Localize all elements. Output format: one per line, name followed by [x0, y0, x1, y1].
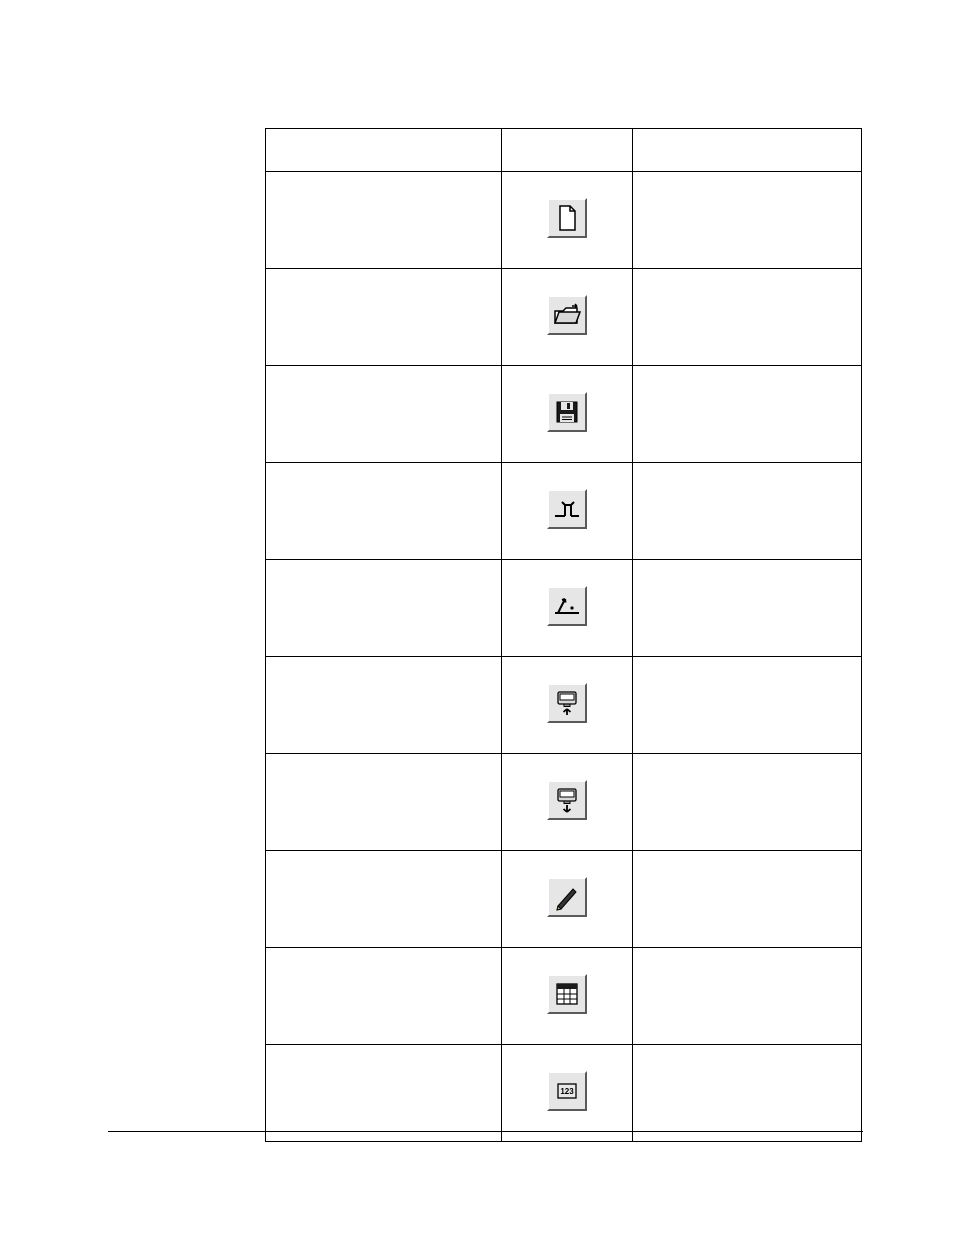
table-header-row [266, 129, 862, 172]
row-shortcut [633, 754, 862, 851]
row-icon-cell [501, 269, 632, 366]
row-icon-cell [501, 657, 632, 754]
row-label [266, 1045, 502, 1142]
row-shortcut [633, 366, 862, 463]
table-row [266, 657, 862, 754]
row-shortcut [633, 269, 862, 366]
row-shortcut [633, 657, 862, 754]
offline-icon[interactable] [547, 489, 587, 529]
header-cell-shortcut [633, 129, 862, 172]
row-shortcut [633, 1045, 862, 1142]
row-shortcut [633, 463, 862, 560]
footer-rule [108, 1131, 863, 1132]
row-label [266, 269, 502, 366]
online-icon[interactable] [547, 586, 587, 626]
row-label [266, 657, 502, 754]
edit-pencil-icon[interactable] [547, 877, 587, 917]
row-label [266, 948, 502, 1045]
save-icon[interactable] [547, 392, 587, 432]
row-icon-cell: 123 [501, 1045, 632, 1142]
row-icon-cell [501, 560, 632, 657]
table-row [266, 948, 862, 1045]
row-shortcut [633, 560, 862, 657]
toolbar-reference-table: 123 [265, 128, 862, 1142]
new-document-icon[interactable] [547, 198, 587, 238]
download-icon[interactable] [547, 780, 587, 820]
upload-icon[interactable] [547, 683, 587, 723]
table-row [266, 269, 862, 366]
header-cell-icon [501, 129, 632, 172]
row-icon-cell [501, 948, 632, 1045]
row-icon-cell [501, 851, 632, 948]
row-icon-cell [501, 463, 632, 560]
open-folder-icon[interactable] [547, 295, 587, 335]
table-row [266, 560, 862, 657]
row-shortcut [633, 172, 862, 269]
row-shortcut [633, 851, 862, 948]
row-label [266, 754, 502, 851]
header-cell-name [266, 129, 502, 172]
row-label [266, 172, 502, 269]
row-label [266, 560, 502, 657]
svg-text:123: 123 [560, 1087, 574, 1096]
row-icon-cell [501, 172, 632, 269]
table-row: 123 [266, 1045, 862, 1142]
table-row [266, 463, 862, 560]
row-icon-cell [501, 366, 632, 463]
row-label [266, 463, 502, 560]
table-row [266, 366, 862, 463]
row-icon-cell [501, 754, 632, 851]
row-label [266, 366, 502, 463]
position-123-icon[interactable]: 123 [547, 1071, 587, 1111]
row-shortcut [633, 948, 862, 1045]
parameter-table-icon[interactable] [547, 974, 587, 1014]
table-row [266, 754, 862, 851]
row-label [266, 851, 502, 948]
table-row [266, 851, 862, 948]
table-row [266, 172, 862, 269]
